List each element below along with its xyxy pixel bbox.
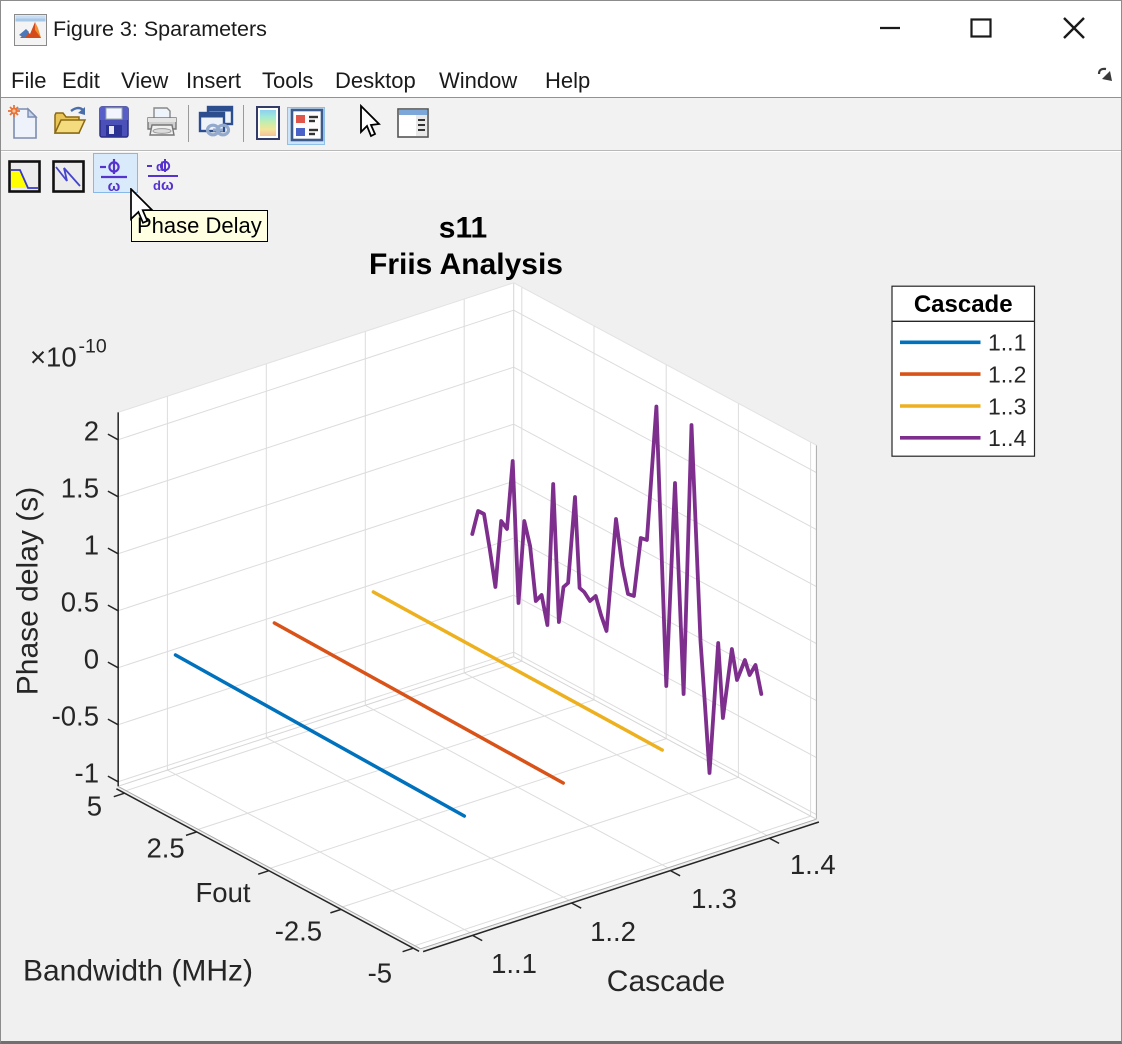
svg-text:1..4: 1..4 [790,849,836,880]
svg-text:1..2: 1..2 [590,916,636,947]
svg-text:Friis Analysis: Friis Analysis [369,248,563,281]
svg-text:0.5: 0.5 [61,587,99,618]
svg-text:1..3: 1..3 [988,393,1026,419]
svg-text:Cascade: Cascade [914,291,1013,318]
svg-text:1..3: 1..3 [691,883,737,914]
svg-text:-2.5: -2.5 [275,915,322,946]
svg-text:Phase delay (s): Phase delay (s) [12,487,45,695]
svg-text:0: 0 [84,644,99,675]
svg-text:ω: ω [108,178,121,193]
svg-text:-5: -5 [368,958,392,989]
svg-text:-10: -10 [79,336,107,358]
svg-text:1..4: 1..4 [988,425,1027,451]
svg-text:1: 1 [84,530,99,561]
svg-text:Bandwidth (MHz): Bandwidth (MHz) [23,955,253,988]
svg-text:1..1: 1..1 [491,948,537,979]
svg-text:1..2: 1..2 [988,362,1026,388]
svg-text:2.5: 2.5 [146,833,184,864]
svg-text:×10: ×10 [30,342,77,373]
svg-text:ω: ω [161,177,174,193]
svg-text:s11: s11 [439,212,487,245]
svg-text:-0.5: -0.5 [52,701,99,732]
svg-text:-1: -1 [75,758,99,789]
svg-text:1.5: 1.5 [61,473,99,504]
svg-text:Cascade: Cascade [607,965,725,998]
svg-text:d: d [156,159,164,174]
svg-text:5: 5 [87,790,102,821]
svg-text:2: 2 [84,416,99,447]
svg-text:1..1: 1..1 [988,330,1026,356]
svg-text:Fout: Fout [195,877,250,908]
